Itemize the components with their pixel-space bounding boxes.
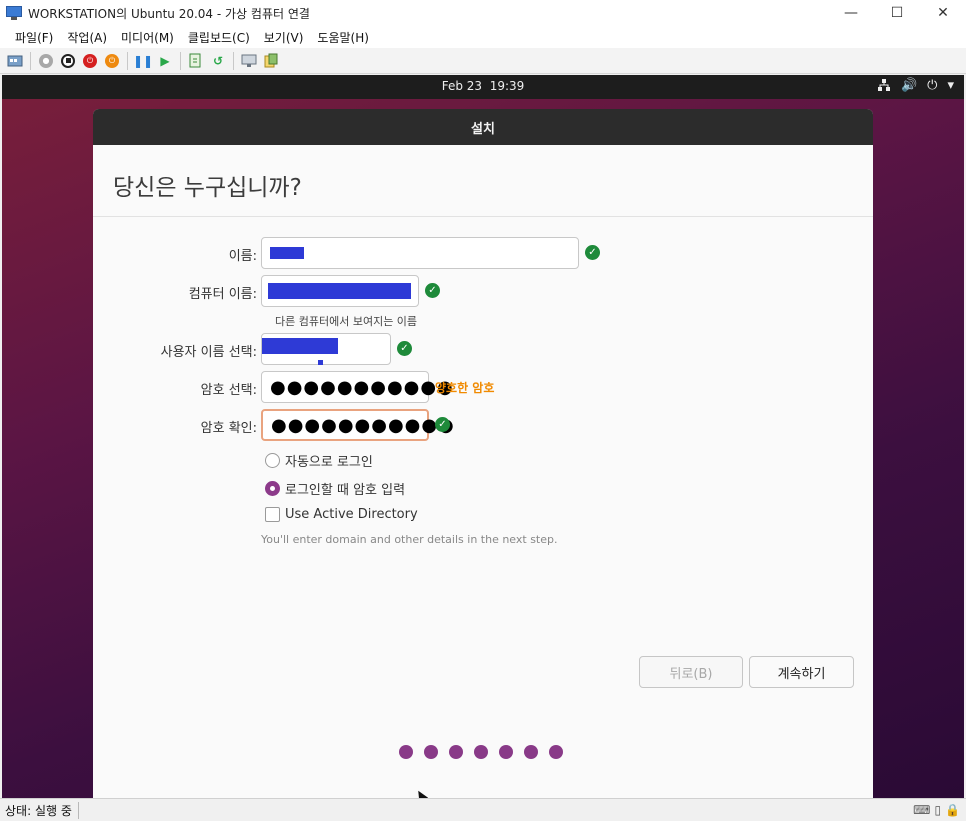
share-icon[interactable] xyxy=(262,52,280,70)
network-icon[interactable] xyxy=(877,78,891,96)
redacted-block xyxy=(262,338,338,354)
confirm-valid-icon: ✓ xyxy=(435,417,450,432)
name-valid-icon: ✓ xyxy=(585,245,600,260)
pause-icon[interactable]: ❚❚ xyxy=(133,52,153,70)
mouse-icon: ▯ xyxy=(934,803,942,817)
password-value: ●●●●●●●●●●● xyxy=(270,376,454,398)
checkpoint-icon[interactable] xyxy=(187,52,205,70)
power-icon[interactable]: ⏻ xyxy=(927,78,937,96)
password-label: 암호 선택: xyxy=(200,383,257,398)
status-bar: 상태: 실행 중 ⌨ ▯ 🔒 xyxy=(0,798,966,821)
save-icon[interactable]: ⏻ xyxy=(103,52,121,70)
lock-icon: 🔒 xyxy=(945,803,960,817)
window-title: WORKSTATION의 Ubuntu 20.04 - 가상 컴퓨터 연결 xyxy=(28,6,310,21)
menu-arrow-icon[interactable]: ▾ xyxy=(947,78,954,96)
ctrl-alt-del-icon[interactable] xyxy=(6,52,24,70)
confirm-password-field[interactable]: ●●●●●●●●●●● xyxy=(261,409,454,441)
menu-action[interactable]: 작업(A) xyxy=(60,29,114,46)
computer-name-hint: 다른 컴퓨터에서 보여지는 이름 xyxy=(275,315,418,328)
continue-button[interactable]: 계속하기 xyxy=(749,656,854,688)
redacted-block xyxy=(318,360,323,365)
menu-bar: 파일(F) 작업(A) 미디어(M) 클립보드(C) 보기(V) 도움말(H) xyxy=(0,26,966,48)
volume-icon[interactable]: 🔊 xyxy=(901,78,917,96)
require-password-radio[interactable] xyxy=(265,481,280,496)
toolbar-separator xyxy=(127,51,128,70)
progress-dot xyxy=(424,745,438,759)
resume-icon[interactable]: ▶ xyxy=(156,52,174,70)
menu-file[interactable]: 파일(F) xyxy=(8,29,60,46)
password-field[interactable]: ●●●●●●●●●●● xyxy=(261,371,453,403)
active-directory-note: You'll enter domain and other details in… xyxy=(261,533,558,546)
date-text: Feb 23 xyxy=(441,79,483,93)
installer-dialog: 설치 당신은 누구십니까? 이름: ✓ 컴퓨터 이름: ✓ 다른 컴퓨터에서 보… xyxy=(93,109,873,798)
progress-dot xyxy=(549,745,563,759)
toolbar-separator xyxy=(30,51,31,70)
menu-clipboard[interactable]: 클립보드(C) xyxy=(181,29,257,46)
clock[interactable]: Feb 23 19:39 xyxy=(2,79,964,93)
progress-dot xyxy=(449,745,463,759)
close-button[interactable]: ✕ xyxy=(920,0,966,26)
start-icon[interactable]: ● xyxy=(37,52,55,70)
password-strength: 양호한 암호 xyxy=(435,381,495,395)
auto-login-option[interactable]: 자동으로 로그인 xyxy=(265,451,373,470)
progress-dot xyxy=(524,745,538,759)
progress-dot xyxy=(399,745,413,759)
redacted-block xyxy=(268,283,411,299)
status-icons: ⌨ ▯ 🔒 xyxy=(913,803,960,817)
name-label: 이름: xyxy=(228,249,257,264)
active-directory-option[interactable]: Use Active Directory xyxy=(265,507,418,522)
require-password-option[interactable]: 로그인할 때 암호 입력 xyxy=(265,479,405,498)
divider xyxy=(93,216,873,217)
confirm-password-label: 암호 확인: xyxy=(200,421,257,436)
toolbar-separator xyxy=(233,51,234,70)
menu-media[interactable]: 미디어(M) xyxy=(114,29,181,46)
title-bar: WORKSTATION의 Ubuntu 20.04 - 가상 컴퓨터 연결 — … xyxy=(0,0,966,26)
system-tray[interactable]: 🔊 ⏻ ▾ xyxy=(877,78,954,96)
username-label: 사용자 이름 선택: xyxy=(160,345,257,360)
keyboard-icon: ⌨ xyxy=(913,803,931,817)
dialog-header: 설치 xyxy=(93,109,873,145)
active-directory-checkbox[interactable] xyxy=(265,507,280,522)
toolbar-separator xyxy=(180,51,181,70)
back-button[interactable]: 뒤로(B) xyxy=(639,656,743,688)
username-field[interactable] xyxy=(261,333,391,365)
window-controls: — ☐ ✕ xyxy=(828,0,966,26)
turnoff-icon[interactable] xyxy=(59,52,77,70)
computer-name-field[interactable] xyxy=(261,275,419,307)
name-field[interactable] xyxy=(261,237,579,269)
menu-view[interactable]: 보기(V) xyxy=(257,29,311,46)
revert-icon[interactable]: ↺ xyxy=(209,52,227,70)
page-title: 당신은 누구십니까? xyxy=(113,175,302,201)
computer-name-valid-icon: ✓ xyxy=(425,283,440,298)
shutdown-icon[interactable]: ⏻ xyxy=(81,52,99,70)
username-valid-icon: ✓ xyxy=(397,341,412,356)
active-directory-label: Use Active Directory xyxy=(285,507,418,522)
progress-dot xyxy=(499,745,513,759)
require-password-label: 로그인할 때 암호 입력 xyxy=(285,483,406,498)
minimize-button[interactable]: — xyxy=(828,0,874,26)
menu-help[interactable]: 도움말(H) xyxy=(310,29,376,46)
progress-dots xyxy=(399,745,563,759)
auto-login-label: 자동으로 로그인 xyxy=(285,455,373,470)
status-text: 상태: 실행 중 xyxy=(0,801,79,819)
redacted-block xyxy=(270,247,304,259)
computer-name-label: 컴퓨터 이름: xyxy=(188,287,257,302)
vm-display[interactable]: Feb 23 19:39 🔊 ⏻ ▾ 설치 당신은 누구십니까? 이름: ✓ 컴… xyxy=(2,75,964,798)
vm-connect-icon xyxy=(6,6,22,20)
gnome-top-bar: Feb 23 19:39 🔊 ⏻ ▾ xyxy=(2,75,964,99)
confirm-password-value: ●●●●●●●●●●● xyxy=(271,414,455,436)
toolbar: ● ⏻ ⏻ ❚❚ ▶ ↺ xyxy=(0,48,966,74)
progress-dot xyxy=(474,745,488,759)
auto-login-radio[interactable] xyxy=(265,453,280,468)
maximize-button[interactable]: ☐ xyxy=(874,0,920,26)
time-text: 19:39 xyxy=(489,79,525,93)
enhanced-session-icon[interactable] xyxy=(240,52,258,70)
